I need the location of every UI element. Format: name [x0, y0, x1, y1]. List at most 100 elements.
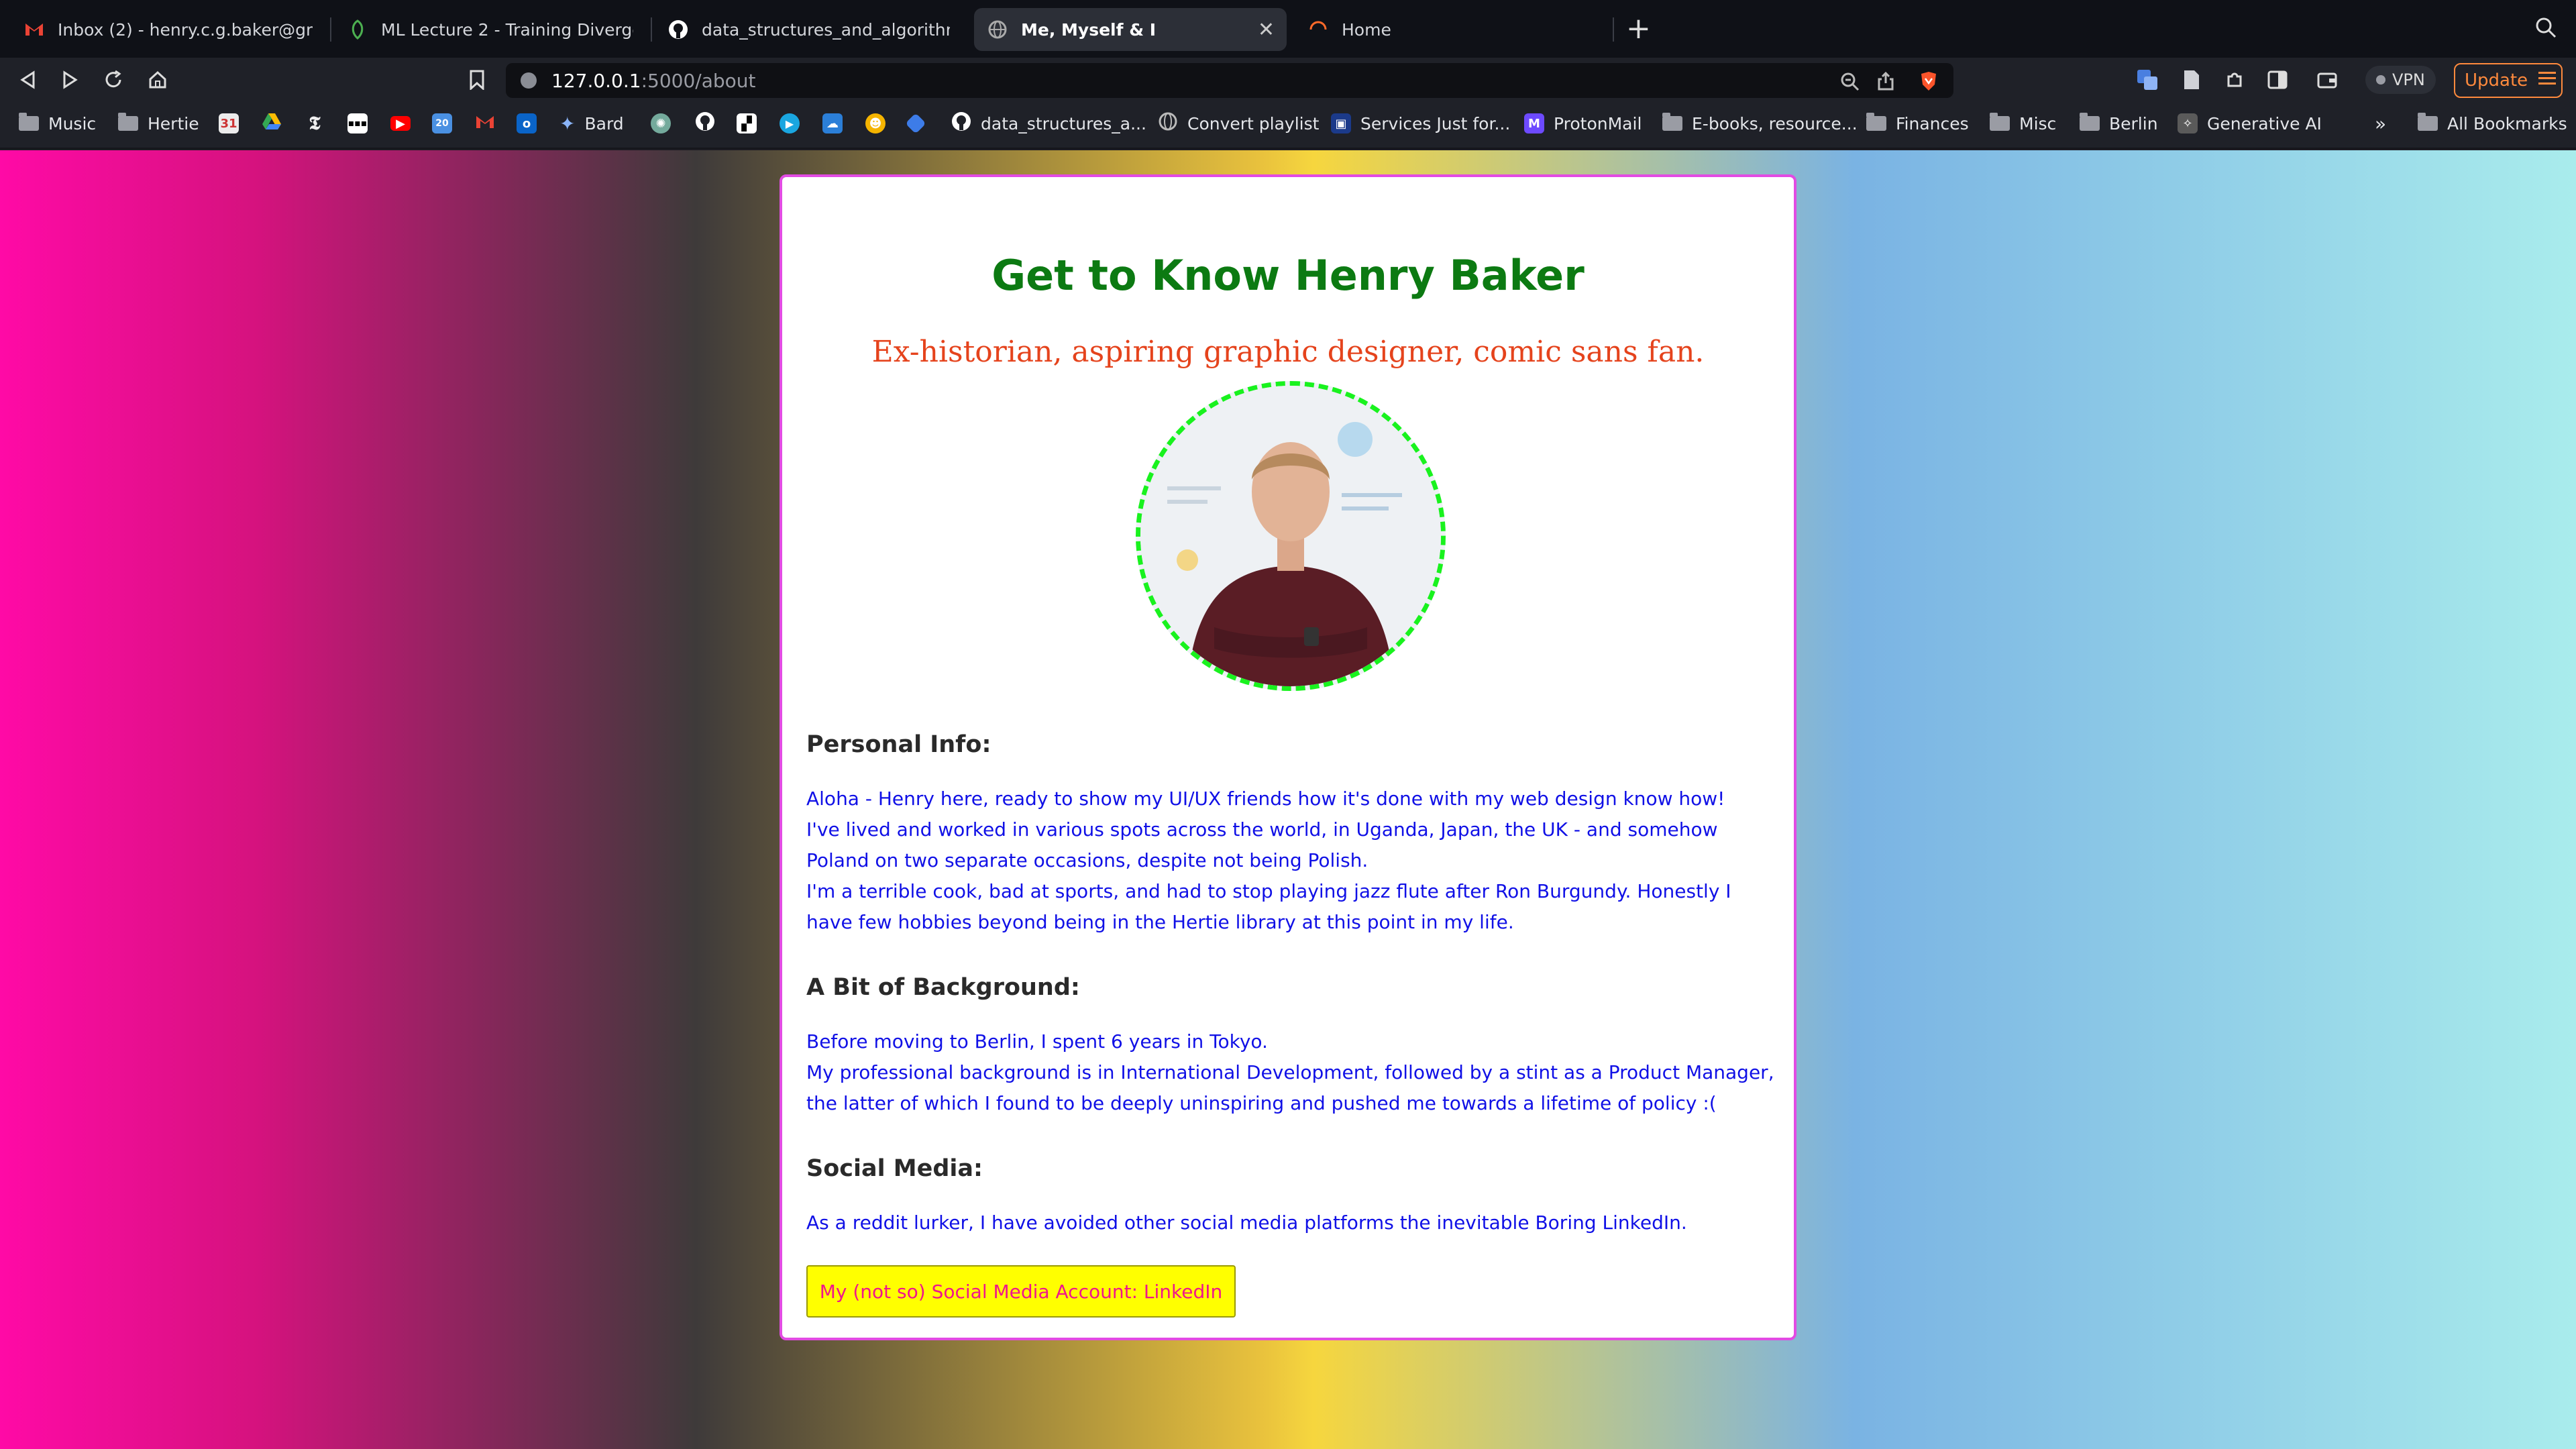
overflow-label: »: [2375, 112, 2387, 135]
bookmarks-overflow-chevron-icon[interactable]: »: [2375, 110, 2386, 137]
menu-icon: [2538, 70, 2557, 91]
update-button[interactable]: Update: [2454, 63, 2563, 98]
tab-ml-lecture[interactable]: ML Lecture 2 - Training Divergence: [334, 8, 647, 51]
bookmark-chatgpt[interactable]: ✺: [651, 110, 671, 137]
bookmark-play[interactable]: ▶: [780, 110, 800, 137]
address-bar[interactable]: 127.0.0.1:5000/about: [506, 63, 1953, 98]
new-tab-button[interactable]: +: [1626, 12, 1651, 46]
paragraph-line: I'm a terrible cook, bad at sports, and …: [806, 880, 1731, 933]
forward-icon[interactable]: [59, 68, 82, 91]
paragraph-line: As a reddit lurker, I have avoided other…: [806, 1212, 1687, 1234]
tab-divider: [1613, 17, 1614, 42]
bookmark-protonmail[interactable]: M ProtonMail: [1524, 110, 1642, 137]
bookmark-calendar-blue[interactable]: 20: [432, 110, 452, 137]
bookmark-all-bookmarks[interactable]: All Bookmarks: [2418, 110, 2567, 137]
bookmark-google-drive[interactable]: [262, 110, 282, 137]
bookmark-convert-playlist[interactable]: Convert playlist: [1158, 110, 1319, 137]
tab-github-repo[interactable]: data_structures_and_algorithms_: [655, 8, 963, 51]
section-heading-background: A Bit of Background:: [806, 974, 1080, 1001]
page-subtitle: Ex-historian, aspiring graphic designer,…: [871, 335, 1705, 369]
translate-icon[interactable]: [2136, 68, 2159, 91]
page-title: Get to Know Henry Baker: [991, 251, 1585, 300]
tab-gmail-inbox[interactable]: Inbox (2) - henry.c.g.baker@gmail: [11, 8, 326, 51]
bookmark-label: Bard: [584, 113, 624, 133]
bookmark-label: Generative AI: [2207, 113, 2322, 133]
bookmark-label: E-books, resource...: [1692, 113, 1858, 133]
bookmark-bard[interactable]: ✦ Bard: [559, 110, 624, 137]
bookmark-label: Services Just for...: [1360, 113, 1511, 133]
protonmail-icon: M: [1524, 113, 1544, 133]
folder-icon: [118, 113, 138, 131]
bookmark-services[interactable]: ▣ Services Just for...: [1331, 110, 1510, 137]
tab-home[interactable]: Home: [1295, 8, 1610, 51]
bookmark-folder-finances[interactable]: Finances: [1866, 110, 1969, 137]
bookmark-calendar[interactable]: 31: [219, 110, 239, 137]
brave-shields-icon[interactable]: [1919, 71, 1939, 91]
folder-icon: [2080, 113, 2100, 131]
github-icon: [951, 111, 971, 136]
news-icon: ▪▪▪: [347, 113, 368, 133]
folder-icon: [2418, 113, 2438, 131]
bookmark-folder-ebooks[interactable]: E-books, resource...: [1662, 110, 1858, 137]
bookmark-page-icon[interactable]: [466, 68, 488, 91]
vpn-button[interactable]: VPN: [2365, 66, 2436, 94]
chatgpt-icon: ✺: [651, 113, 671, 133]
folder-icon: [1662, 113, 1682, 131]
bookmark-folder-berlin[interactable]: Berlin: [2080, 110, 2158, 137]
bookmark-label: Berlin: [2109, 113, 2158, 133]
extensions-icon[interactable]: [2223, 68, 2246, 91]
play-icon: ▶: [780, 113, 800, 133]
bookmark-github[interactable]: [695, 110, 715, 137]
emoji-icon: ☻: [865, 113, 885, 133]
tab-title: Me, Myself & I: [1021, 19, 1157, 40]
bookmark-outlook[interactable]: o: [517, 110, 537, 137]
bookmark-emoji[interactable]: ☻: [865, 110, 885, 137]
calendar-icon: 31: [219, 113, 239, 133]
sidebar-icon[interactable]: [2266, 68, 2289, 91]
reload-icon[interactable]: [102, 68, 125, 91]
tab-divider: [330, 17, 331, 42]
reader-mode-icon[interactable]: [2180, 68, 2203, 91]
zoom-icon[interactable]: [1839, 71, 1860, 91]
linkedin-button[interactable]: My (not so) Social Media Account: Linked…: [806, 1265, 1236, 1318]
tab-title: Inbox (2) - henry.c.g.baker@gmail: [58, 19, 313, 40]
site-icon: ✧: [2178, 113, 2198, 133]
bookmark-folder-misc[interactable]: Misc: [1990, 110, 2056, 137]
bookmark-nytimes[interactable]: 𝕿: [305, 110, 325, 137]
update-label: Update: [2465, 70, 2528, 91]
paragraph-line: I've lived and worked in various spots a…: [806, 818, 1718, 871]
diamond-icon: [905, 113, 926, 134]
background-text: Before moving to Berlin, I spent 6 years…: [806, 1026, 1779, 1119]
bookmark-diamond[interactable]: [905, 110, 926, 137]
page-background: Get to Know Henry Baker Ex-historian, as…: [0, 150, 2576, 1449]
folder-icon: [1990, 113, 2010, 131]
search-tabs-icon[interactable]: [2534, 16, 2557, 42]
bookmark-folder-hertie[interactable]: Hertie: [118, 110, 199, 137]
share-icon[interactable]: [1876, 71, 1896, 91]
bookmark-youtube[interactable]: ▶: [390, 110, 411, 137]
back-icon[interactable]: [16, 68, 39, 91]
wallet-icon[interactable]: [2316, 68, 2339, 91]
gmail-icon: [24, 19, 44, 40]
close-tab-icon[interactable]: ✕: [1258, 18, 1275, 42]
bookmark-cloud[interactable]: ☁: [822, 110, 843, 137]
bookmark-label: Misc: [2019, 113, 2057, 133]
site-icon: ▣: [1331, 113, 1351, 133]
tab-title: ML Lecture 2 - Training Divergence: [381, 19, 633, 40]
bookmark-gmail[interactable]: [475, 110, 495, 137]
bookmark-data-structures[interactable]: data_structures_a...: [951, 110, 1146, 137]
site-info-icon[interactable]: [521, 72, 537, 89]
bookmark-generative-ai[interactable]: ✧ Generative AI: [2178, 110, 2322, 137]
tab-about-active[interactable]: Me, Myself & I ✕: [974, 8, 1287, 51]
github-icon: [695, 111, 715, 136]
personal-info-text: Aloha - Henry here, ready to show my UI/…: [806, 784, 1779, 938]
bookmark-qr[interactable]: ▞: [737, 110, 757, 137]
bookmark-ft[interactable]: ▪▪▪: [347, 110, 368, 137]
about-card: Get to Know Henry Baker Ex-historian, as…: [780, 174, 1796, 1340]
bookmark-folder-music[interactable]: Music: [19, 110, 96, 137]
home-icon[interactable]: [146, 68, 169, 91]
paragraph-line: My professional background is in Interna…: [806, 1061, 1774, 1114]
vpn-status-icon: [2376, 75, 2385, 85]
social-media-text: As a reddit lurker, I have avoided other…: [806, 1208, 1779, 1238]
bookmark-label: Hertie: [148, 113, 199, 133]
